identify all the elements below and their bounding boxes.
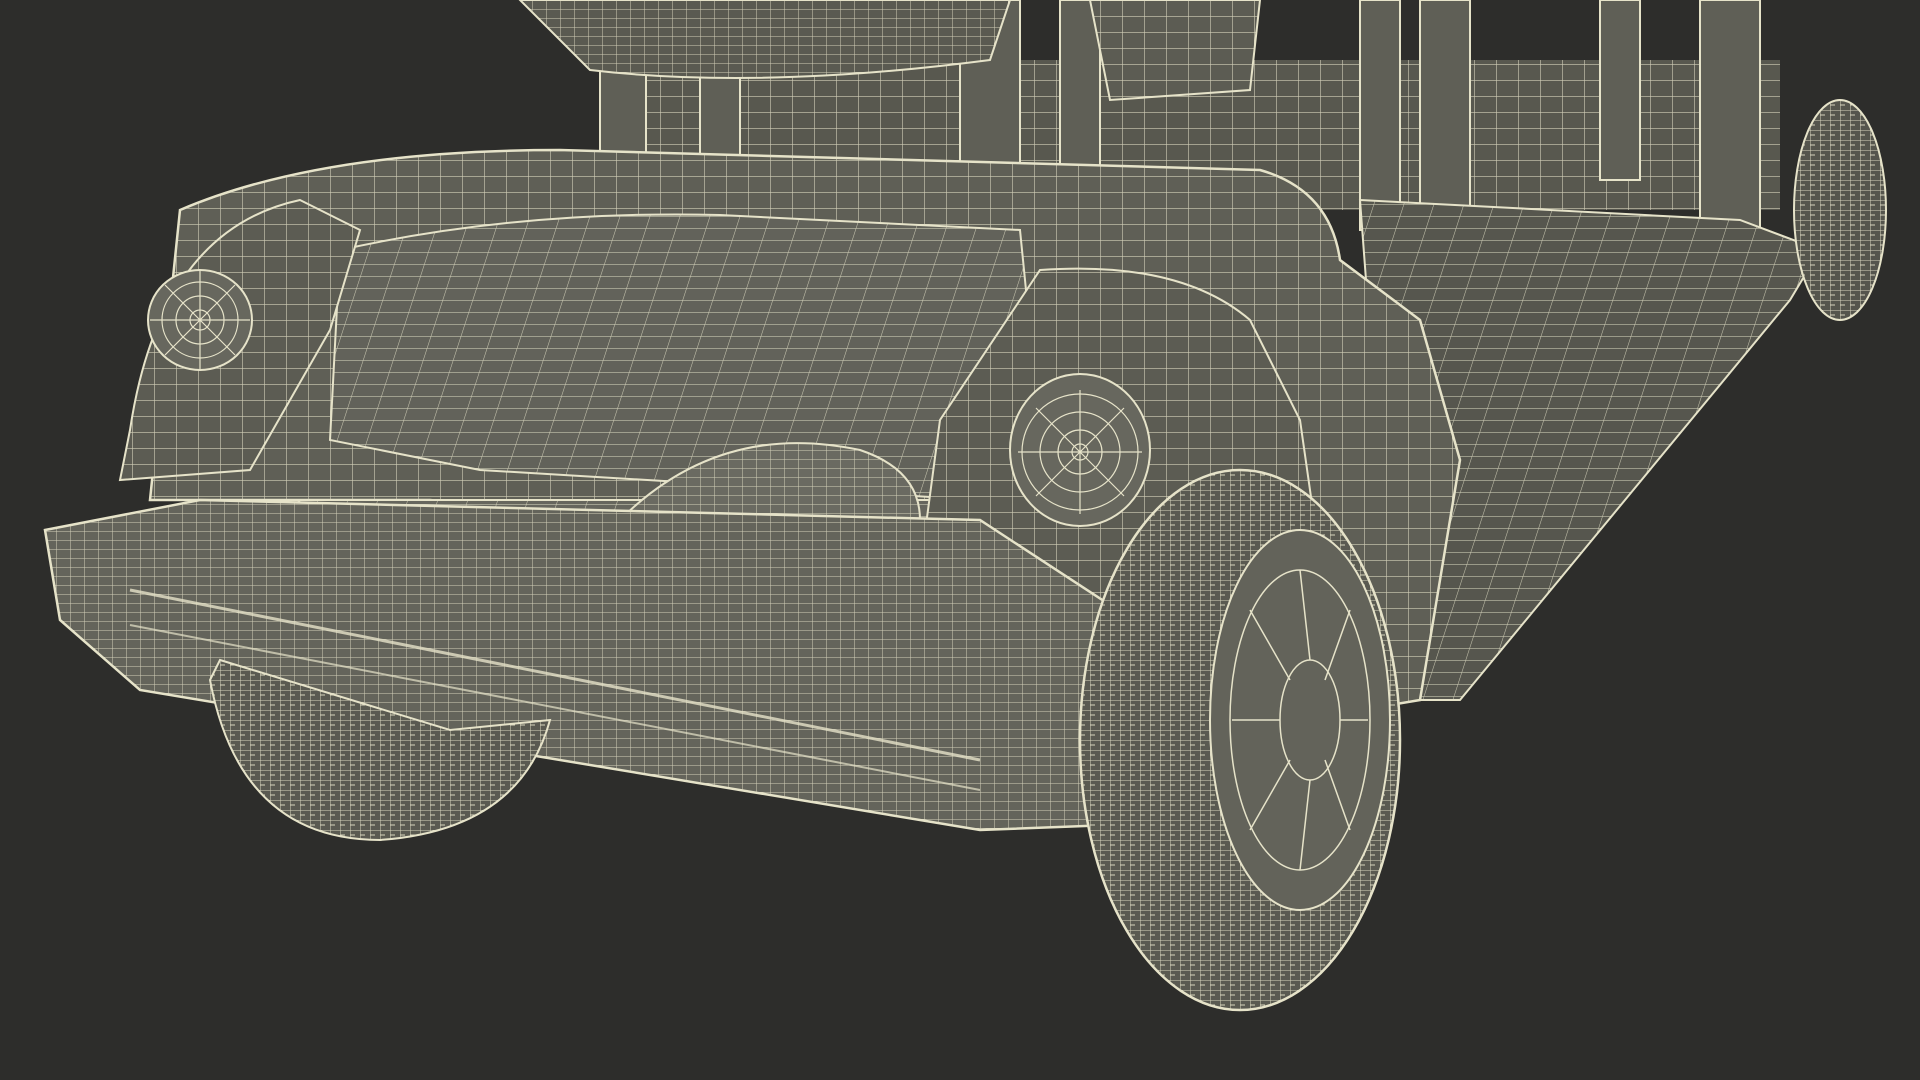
render-viewport bbox=[0, 0, 1920, 1080]
right-tail-lamp bbox=[1009, 373, 1151, 527]
left-tail-lamp bbox=[147, 269, 253, 371]
right-rear-wheel bbox=[1078, 468, 1402, 1012]
wireframe-render bbox=[43, 0, 1887, 1012]
rear-right-wheel-far bbox=[1793, 99, 1887, 321]
